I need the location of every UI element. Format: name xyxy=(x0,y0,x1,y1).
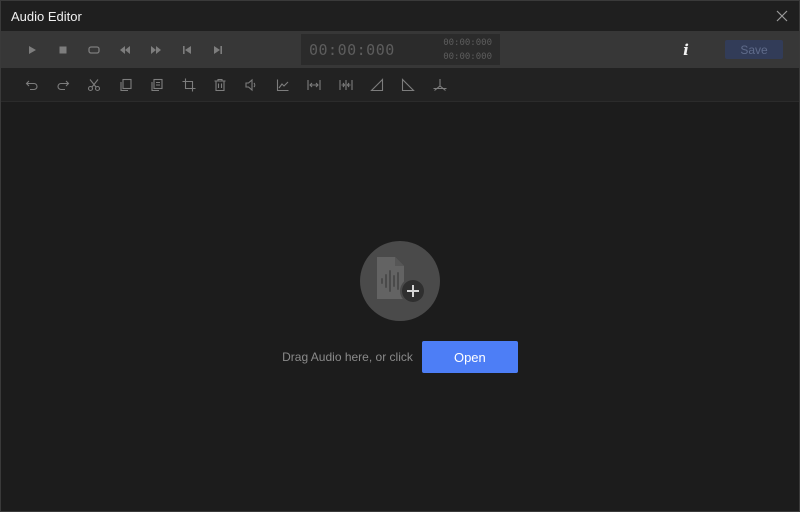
close-icon xyxy=(776,10,788,22)
split-button[interactable] xyxy=(424,68,455,102)
skip-to-end-icon xyxy=(213,45,222,54)
fast-forward-button[interactable] xyxy=(140,31,171,68)
insert-silence-icon xyxy=(307,79,321,90)
redo-button[interactable] xyxy=(47,68,78,102)
fade-out-icon xyxy=(402,77,416,91)
trim-silence-button[interactable] xyxy=(330,68,361,102)
open-button[interactable]: Open xyxy=(421,341,518,373)
time-display: 00:00:000 00:00:000 00:00:000 xyxy=(301,34,500,65)
skip-to-start-icon xyxy=(182,45,191,54)
skip-to-end-button[interactable] xyxy=(202,31,233,68)
fade-in-icon xyxy=(370,77,384,91)
transport-bar: 00:00:000 00:00:000 00:00:000 i Save xyxy=(1,31,799,68)
volume-icon xyxy=(245,78,256,91)
audio-editor-window: Audio Editor 00:00:000 00:00:000 00:00:0… xyxy=(0,0,800,512)
stop-icon xyxy=(59,46,66,53)
fade-in-button[interactable] xyxy=(361,68,392,102)
audio-file-add-icon[interactable] xyxy=(360,241,440,321)
drop-prompt: Drag Audio here, or click Open xyxy=(1,341,799,373)
selection-times: 00:00:000 00:00:000 xyxy=(443,36,492,64)
undo-icon xyxy=(25,80,38,90)
drop-hint-text: Drag Audio here, or click xyxy=(282,350,413,364)
delete-icon xyxy=(214,78,226,91)
undo-button[interactable] xyxy=(16,68,47,102)
fade-curve-icon xyxy=(276,79,289,91)
info-button[interactable]: i xyxy=(678,40,694,60)
copy-icon xyxy=(120,78,132,91)
current-time: 00:00:000 xyxy=(309,40,395,59)
volume-button[interactable] xyxy=(236,68,267,102)
rewind-button[interactable] xyxy=(109,31,140,68)
fade-out-button[interactable] xyxy=(393,68,424,102)
fast-forward-icon xyxy=(150,45,161,54)
close-button[interactable] xyxy=(773,7,791,25)
crop-button[interactable] xyxy=(173,68,204,102)
copy-button[interactable] xyxy=(110,68,141,102)
selection-end-time: 00:00:000 xyxy=(443,51,492,62)
play-icon xyxy=(28,45,36,54)
drop-area[interactable]: Drag Audio here, or click Open xyxy=(1,102,799,511)
cut-button[interactable] xyxy=(79,68,110,102)
paste-button[interactable] xyxy=(142,68,173,102)
redo-icon xyxy=(57,80,70,90)
skip-to-start-button[interactable] xyxy=(171,31,202,68)
rewind-icon xyxy=(119,45,130,54)
edit-toolbar xyxy=(1,68,799,102)
fade-curve-button[interactable] xyxy=(267,68,298,102)
delete-button[interactable] xyxy=(204,68,235,102)
paste-icon xyxy=(151,78,163,91)
stop-button[interactable] xyxy=(47,31,78,68)
loop-icon xyxy=(87,45,100,54)
insert-silence-button[interactable] xyxy=(299,68,330,102)
loop-button[interactable] xyxy=(78,31,109,68)
trim-silence-icon xyxy=(339,79,353,90)
window-title: Audio Editor xyxy=(11,8,82,24)
cut-icon xyxy=(88,78,101,91)
split-icon xyxy=(433,78,447,91)
selection-start-time: 00:00:000 xyxy=(443,37,492,48)
crop-icon xyxy=(182,78,196,91)
title-bar: Audio Editor xyxy=(1,1,799,31)
save-button[interactable]: Save xyxy=(725,40,783,59)
play-button[interactable] xyxy=(16,31,47,68)
